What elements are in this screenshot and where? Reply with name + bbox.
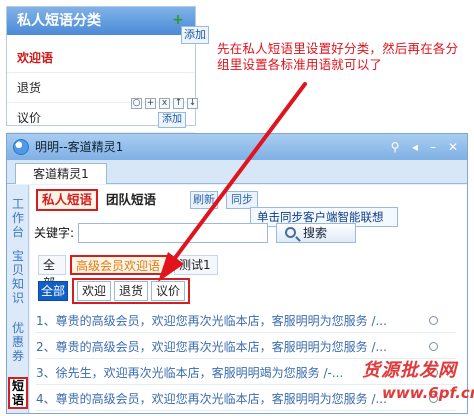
phrase-text: 3、徐先生，欢迎再次光临本店，客服明明竭为您服务 /-... bbox=[36, 366, 344, 380]
phrase-text: 4、尊贵的高级会员，欢迎您再次光临本店，客服明明为您服务 /... bbox=[36, 392, 387, 406]
edit-icon[interactable]: ○ bbox=[131, 98, 142, 109]
move-up-icon[interactable]: ↑ bbox=[173, 98, 184, 109]
search-icon[interactable] bbox=[429, 342, 438, 351]
side-menu-workbench[interactable]: 工作台 bbox=[9, 197, 27, 239]
side-menu-phrases[interactable]: 短语 bbox=[8, 377, 28, 409]
move-down-icon[interactable]: ↓ bbox=[187, 98, 198, 109]
side-menu-coupon[interactable]: 优惠券 bbox=[9, 321, 27, 363]
add-icon[interactable]: + bbox=[145, 98, 156, 109]
subtab-return[interactable]: 退货 bbox=[114, 281, 148, 301]
back-icon[interactable]: ◂ bbox=[407, 139, 423, 155]
delete-icon[interactable]: x bbox=[159, 98, 170, 109]
window-title: 明明--客道精灵1 bbox=[35, 140, 124, 154]
minimize-icon[interactable]: – bbox=[425, 139, 441, 155]
add-category-tooltip: 添加 bbox=[181, 26, 209, 44]
group-tab-vip-welcome[interactable]: 高级会员欢迎语 bbox=[70, 255, 168, 275]
window-tabbar: 客道精灵1 bbox=[7, 160, 467, 184]
watermark-url: www.6pf.cn bbox=[382, 384, 474, 402]
tab-team-phrases[interactable]: 团队短语 bbox=[102, 191, 160, 209]
group-tab-all[interactable]: 全部 bbox=[38, 255, 66, 290]
app-logo-icon bbox=[13, 139, 29, 155]
side-menu-product-knowledge[interactable]: 宝贝知识 bbox=[9, 249, 27, 305]
subtab-welcome[interactable]: 欢迎 bbox=[77, 281, 111, 301]
phrase-text: 2、尊贵的高级会员，欢迎您再次光临本店，客服明明为您服务 /... bbox=[36, 340, 387, 354]
phrase-text: 1、尊贵的高级会员，欢迎您再次光临本店，客服明明为您服务 /... bbox=[36, 314, 387, 328]
category-panel-title: 私人短语分类 bbox=[7, 7, 195, 35]
category-item-welcome[interactable]: 欢迎语 bbox=[7, 43, 195, 73]
search-button[interactable]: 搜索 bbox=[276, 223, 356, 243]
tab-private-phrases[interactable]: 私人短语 bbox=[36, 189, 98, 211]
search-icon[interactable] bbox=[429, 316, 438, 325]
refresh-button[interactable]: 刷新 bbox=[190, 191, 218, 209]
tab-assistant[interactable]: 客道精灵1 bbox=[15, 163, 107, 184]
keyword-label: 关键字: bbox=[34, 226, 75, 240]
subtab-bargain[interactable]: 议价 bbox=[151, 281, 185, 301]
pin-icon[interactable]: ⚲ bbox=[387, 139, 403, 155]
close-icon[interactable]: ✕ bbox=[445, 139, 461, 155]
add-phrase-tooltip: 添加 bbox=[158, 112, 186, 128]
search-icon bbox=[285, 227, 296, 238]
subtab-all[interactable]: 全部 bbox=[38, 281, 68, 301]
add-category-icon[interactable]: + bbox=[171, 13, 185, 27]
annotation-text: 先在私人短语里设置好分类，然后再在各分组里设置各标准用语就可以了 bbox=[217, 41, 459, 72]
search-button-label: 搜索 bbox=[303, 226, 328, 240]
window-titlebar: 明明--客道精灵1 ⚲ ◂ – ✕ bbox=[7, 134, 467, 160]
keyword-input[interactable] bbox=[78, 223, 268, 243]
side-menu: 工作台 宝贝知识 优惠券 短语 bbox=[7, 185, 29, 413]
watermark-logo: 货源批发网 bbox=[362, 360, 457, 381]
phrase-item[interactable]: 1、尊贵的高级会员，欢迎您再次光临本店，客服明明为您服务 /... bbox=[36, 309, 456, 333]
group-tab-test1[interactable]: 测试1 bbox=[174, 255, 218, 275]
